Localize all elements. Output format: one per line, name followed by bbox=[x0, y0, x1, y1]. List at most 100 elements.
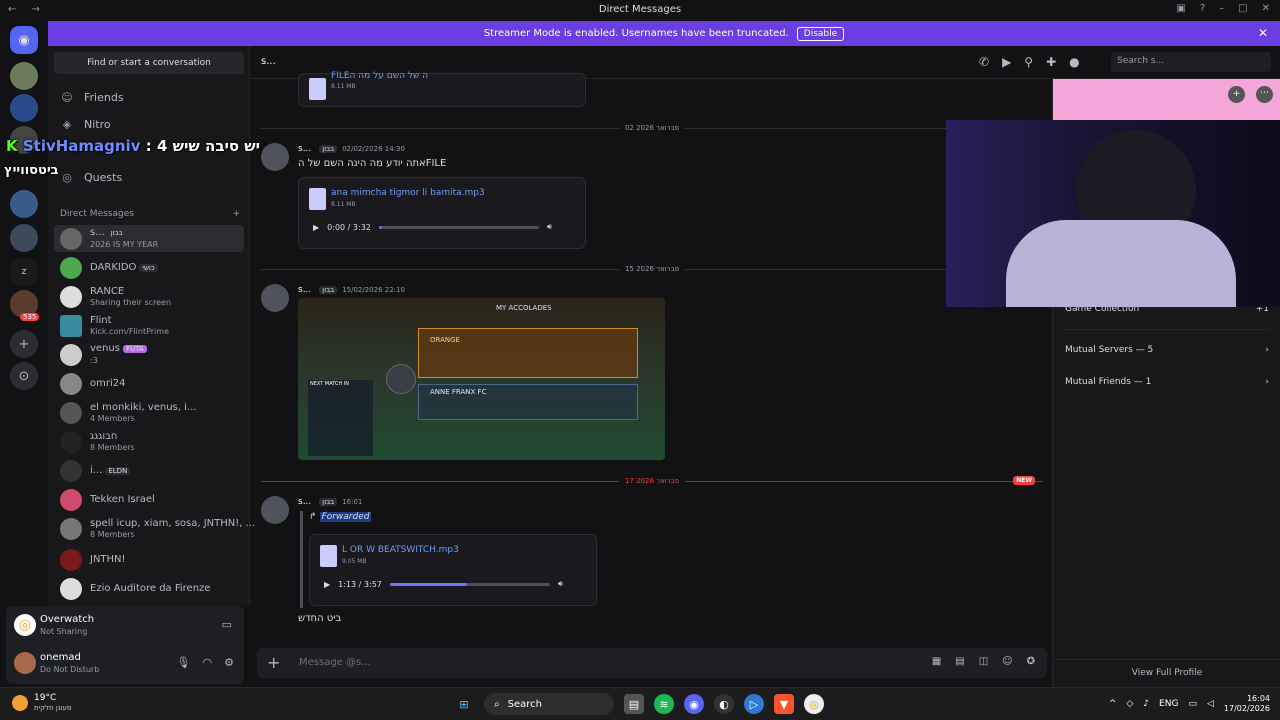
play-icon[interactable]: ▶ bbox=[324, 580, 330, 589]
sticker-icon[interactable]: ◫ bbox=[979, 656, 988, 667]
window-controls[interactable]: ▣ ? – □ ✕ bbox=[1176, 3, 1270, 14]
dm-item[interactable]: s... בבון 2026 IS MY YEAR bbox=[54, 225, 244, 252]
dm-item[interactable]: חבוגגג 8 Members bbox=[54, 428, 244, 455]
activity-panel[interactable]: ◎ Overwatch Not Sharing ▭ bbox=[6, 606, 244, 644]
dm-item[interactable]: omri24 bbox=[54, 370, 244, 397]
server-icon[interactable] bbox=[10, 224, 38, 252]
add-server-icon[interactable]: + bbox=[10, 330, 38, 358]
add-friend-icon[interactable]: ✚ bbox=[1046, 55, 1056, 69]
dm-item[interactable]: Flint Kick.com/FlintPrime bbox=[54, 312, 244, 339]
find-conversation-button[interactable]: Find or start a conversation bbox=[54, 52, 244, 74]
taskbar-search[interactable]: ⌕ Search bbox=[484, 693, 614, 715]
disable-button[interactable]: Disable bbox=[796, 26, 845, 41]
weather-widget[interactable]: 19°C מעונן חלקית bbox=[12, 693, 72, 713]
avatar[interactable] bbox=[261, 143, 289, 171]
nav-quests[interactable]: ◎ Quests bbox=[60, 171, 122, 184]
help-icon[interactable]: ? bbox=[1200, 3, 1205, 14]
mic-icon[interactable]: 🎙︎ bbox=[177, 656, 191, 669]
settings-gear-icon[interactable]: ⚙ bbox=[224, 656, 234, 669]
language-indicator[interactable]: ENG bbox=[1159, 699, 1178, 709]
create-dm-icon[interactable]: + bbox=[232, 209, 240, 219]
file-name[interactable]: FILEה של השם על מה ה bbox=[331, 71, 428, 81]
seek-bar[interactable] bbox=[389, 582, 550, 586]
dm-item[interactable]: venus FUTA:3 bbox=[54, 341, 244, 368]
mutual-servers-row[interactable]: Mutual Servers — 5 › bbox=[1065, 345, 1269, 355]
dm-item[interactable]: DARKIDO כושי bbox=[54, 254, 244, 281]
file-explorer-icon[interactable]: ▤ bbox=[624, 694, 644, 714]
message-input[interactable]: Message @s... bbox=[299, 657, 371, 668]
author-name[interactable]: s... bbox=[298, 497, 311, 507]
inbox-icon[interactable]: ▣ bbox=[1176, 3, 1185, 14]
audio-attachment[interactable]: L OR W BEATSWITCH.mp3 9.05 MB ▶ 1:13 / 3… bbox=[309, 534, 597, 606]
dm-item[interactable]: el monkiki, venus, i... 4 Members bbox=[54, 399, 244, 426]
apps-icon[interactable]: ✪ bbox=[1027, 656, 1035, 667]
dm-item[interactable]: i... ELDN bbox=[54, 457, 244, 484]
minimize-icon[interactable]: – bbox=[1219, 3, 1224, 14]
server-icon[interactable] bbox=[10, 190, 38, 218]
server-icon[interactable] bbox=[10, 62, 38, 90]
dm-status: 8 Members bbox=[90, 529, 135, 539]
author-name[interactable]: s... bbox=[298, 144, 311, 154]
discover-icon[interactable]: ⊙ bbox=[10, 362, 38, 390]
server-icon[interactable]: Z bbox=[10, 258, 38, 286]
file-name[interactable]: L OR W BEATSWITCH.mp3 bbox=[342, 545, 459, 555]
dm-item[interactable]: spell icup, xiam, sosa, JNTHN!, ... 8 Mem… bbox=[54, 515, 255, 542]
display-icon[interactable]: ▭ bbox=[1188, 699, 1197, 709]
add-friend-icon[interactable]: + bbox=[1228, 86, 1245, 103]
spotify-icon[interactable]: ≋ bbox=[654, 694, 674, 714]
dm-item[interactable]: RANCE Sharing their screen bbox=[54, 283, 244, 310]
dm-item[interactable]: JNTHN! bbox=[54, 546, 244, 573]
avatar[interactable] bbox=[14, 652, 36, 674]
volume-icon[interactable]: 🔊︎ bbox=[547, 222, 552, 232]
discord-home-icon[interactable]: ◉ bbox=[10, 26, 38, 54]
profile-toggle-icon[interactable]: ● bbox=[1069, 55, 1079, 69]
nav-label: Nitro bbox=[84, 118, 111, 131]
overlay-message: : יש סיבה שיש 4 bbox=[140, 137, 261, 155]
gif-icon[interactable]: ▤ bbox=[955, 656, 964, 667]
overwatch-icon[interactable]: ◎ bbox=[804, 694, 824, 714]
dm-item[interactable]: Tekken Israel bbox=[54, 486, 244, 513]
attach-plus-icon[interactable]: + bbox=[267, 653, 280, 672]
gift-icon[interactable]: ▦ bbox=[932, 656, 941, 667]
windows-start-icon[interactable]: ⊞ bbox=[454, 694, 474, 714]
file-attachment[interactable]: FILEה של השם על מה ה 8.11 MB bbox=[298, 71, 586, 107]
video-icon[interactable]: ▶ bbox=[1002, 55, 1011, 69]
message-composer[interactable]: + Message @s... ▦ ▤ ◫ ☺ ✪ bbox=[257, 648, 1047, 678]
clock[interactable]: 16:04 17/02/2026 bbox=[1224, 694, 1270, 714]
image-attachment[interactable]: MY ACCOLADES ORANGE ANNE FRANX FC NEXT M… bbox=[298, 298, 665, 460]
date-label: 02 פברואר 2026 bbox=[618, 124, 686, 132]
seek-bar[interactable] bbox=[378, 225, 539, 229]
view-full-profile-link[interactable]: View Full Profile bbox=[1053, 668, 1280, 678]
file-name[interactable]: ana mimcha tigmor li bamita.mp3 bbox=[331, 188, 485, 198]
volume-tray-icon[interactable]: ◁ bbox=[1207, 699, 1214, 709]
obs-icon[interactable]: ◐ bbox=[714, 694, 734, 714]
close-icon[interactable]: ✕ bbox=[1262, 3, 1270, 14]
audio-attachment[interactable]: ana mimcha tigmor li bamita.mp3 8.11 MB … bbox=[298, 177, 586, 249]
nav-nitro[interactable]: ◈ Nitro bbox=[60, 118, 111, 131]
mutual-friends-row[interactable]: Mutual Friends — 1 › bbox=[1065, 377, 1269, 387]
call-icon[interactable]: ✆ bbox=[979, 55, 989, 69]
author-name[interactable]: s... bbox=[298, 285, 311, 295]
avatar[interactable] bbox=[261, 496, 289, 524]
close-banner-icon[interactable]: ✕ bbox=[1258, 26, 1268, 40]
nav-friends[interactable]: ☺ Friends bbox=[60, 91, 123, 104]
more-options-icon[interactable]: ⋯ bbox=[1256, 86, 1273, 103]
chevron-up-icon[interactable]: ^ bbox=[1109, 699, 1117, 709]
app-icon[interactable]: ▷ bbox=[744, 694, 764, 714]
headphones-icon[interactable]: ◠ bbox=[203, 656, 213, 669]
avatar[interactable] bbox=[261, 284, 289, 312]
taskbar: 19°C מעונן חלקית ⊞ ⌕ Search ▤ ≋ ◉ ◐ ▷ ▼ ◎ … bbox=[0, 687, 1280, 720]
server-icon[interactable] bbox=[10, 94, 38, 122]
pin-icon[interactable]: ⚲ bbox=[1024, 55, 1033, 69]
mic-tray-icon[interactable]: ♪ bbox=[1143, 699, 1149, 709]
brave-icon[interactable]: ▼ bbox=[774, 694, 794, 714]
volume-icon[interactable]: 🔊︎ bbox=[558, 579, 563, 589]
search-input[interactable]: Search s... bbox=[1111, 52, 1271, 72]
play-icon[interactable]: ▶ bbox=[313, 223, 319, 232]
discord-icon[interactable]: ◉ bbox=[684, 694, 704, 714]
dm-item[interactable]: Ezio Auditore da Firenze bbox=[54, 575, 244, 602]
maximize-icon[interactable]: □ bbox=[1238, 3, 1247, 14]
network-icon[interactable]: ◇ bbox=[1126, 699, 1133, 709]
emoji-icon[interactable]: ☺ bbox=[1002, 656, 1012, 667]
share-screen-icon[interactable]: ▭ bbox=[222, 618, 232, 631]
